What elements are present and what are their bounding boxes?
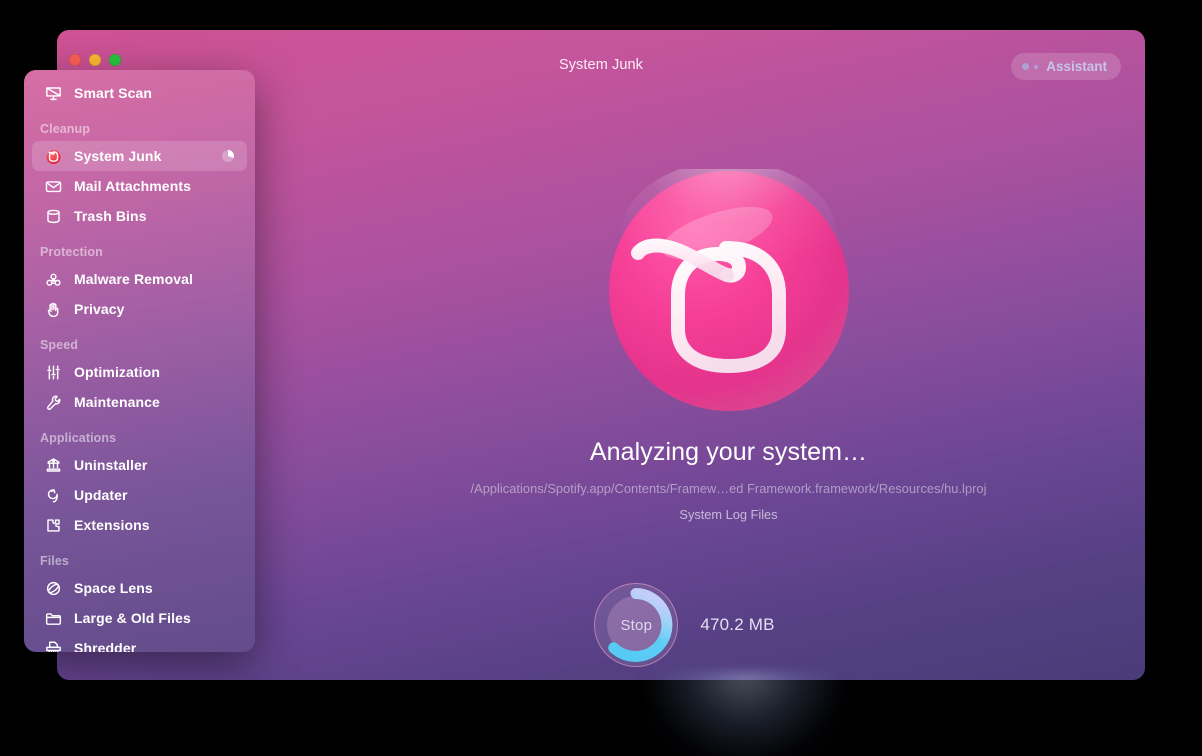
uninstaller-icon [40,456,66,475]
sidebar-item-label: Smart Scan [74,85,153,101]
sidebar-item-smart-scan[interactable]: Smart Scan [32,78,247,108]
sidebar-item-label: Privacy [74,301,125,317]
sidebar-item-optimization[interactable]: Optimization [32,357,247,387]
sidebar-group-title: Cleanup [40,122,91,136]
sidebar-item-privacy[interactable]: Privacy [32,294,247,324]
sidebar-group-title: Files [40,554,69,568]
sidebar-item-space-lens[interactable]: Space Lens [32,573,247,603]
sidebar-item-label: Mail Attachments [74,178,191,194]
sidebar-item-large-old-files[interactable]: Large & Old Files [32,603,247,633]
space-lens-icon [40,579,66,598]
assistant-dot-small-icon [1034,64,1039,69]
sidebar-item-extensions[interactable]: Extensions [32,510,247,540]
wrench-icon [40,393,66,412]
refresh-arrow-icon [40,486,66,505]
sidebar-item-shredder[interactable]: Shredder [32,633,247,652]
sidebar-item-label: Malware Removal [74,271,193,287]
shredder-icon [40,639,66,652]
sidebar-item-label: Maintenance [74,394,160,410]
assistant-button[interactable]: Assistant [1011,53,1121,80]
main-content: Analyzing your system… /Applications/Spo… [312,86,1145,680]
sidebar-item-malware-removal[interactable]: Malware Removal [32,264,247,294]
folder-icon [40,609,66,628]
sidebar-item-label: Space Lens [74,580,153,596]
scan-status-title: Analyzing your system… [589,438,868,466]
sidebar-item-label: System Junk [74,148,162,164]
sidebar: Smart Scan Cleanup System Junk Mail Attach… [24,70,255,652]
sidebar-group-title: Speed [40,338,79,352]
trash-bin-icon [40,207,66,226]
scan-footer: Stop 470.2 MB [312,570,1145,680]
sidebar-item-mail-attachments[interactable]: Mail Attachments [32,171,247,201]
scan-current-category: System Log Files [679,507,778,522]
screen: System Junk Assistant Analyzing your sys… [0,0,1202,756]
sidebar-group-title: Applications [40,431,117,445]
cleanmymac-sphere-logo-icon [607,161,851,413]
stop-button[interactable]: Stop [594,583,679,667]
stop-button-label: Stop [620,616,653,634]
scan-current-path: /Applications/Spotify.app/Contents/Frame… [470,481,987,496]
sidebar-item-label: Optimization [74,364,160,380]
sidebar-item-label: Extensions [74,517,150,533]
system-junk-icon [40,147,66,166]
scanned-size-label: 470.2 MB [700,615,775,634]
sidebar-item-label: Shredder [74,640,137,652]
sidebar-item-progress-pie-icon [221,149,235,163]
sidebar-item-maintenance[interactable]: Maintenance [32,387,247,417]
puzzle-piece-icon [40,516,66,535]
smart-scan-icon [40,84,66,103]
sidebar-item-label: Updater [74,487,128,503]
sidebar-item-label: Large & Old Files [74,610,191,626]
mail-icon [40,177,66,196]
biohazard-icon [40,270,66,289]
window-under-glow [645,672,845,756]
assistant-dot-large-icon [1022,63,1030,70]
sidebar-item-label: Uninstaller [74,457,148,473]
sliders-icon [40,363,66,382]
sidebar-item-label: Trash Bins [74,208,147,224]
sidebar-item-trash-bins[interactable]: Trash Bins [32,201,247,231]
sidebar-group-title: Protection [40,245,103,259]
hand-icon [40,300,66,319]
sidebar-item-system-junk[interactable]: System Junk [32,141,247,171]
assistant-button-label: Assistant [1046,59,1107,74]
sidebar-item-uninstaller[interactable]: Uninstaller [32,450,247,480]
sidebar-item-updater[interactable]: Updater [32,480,247,510]
